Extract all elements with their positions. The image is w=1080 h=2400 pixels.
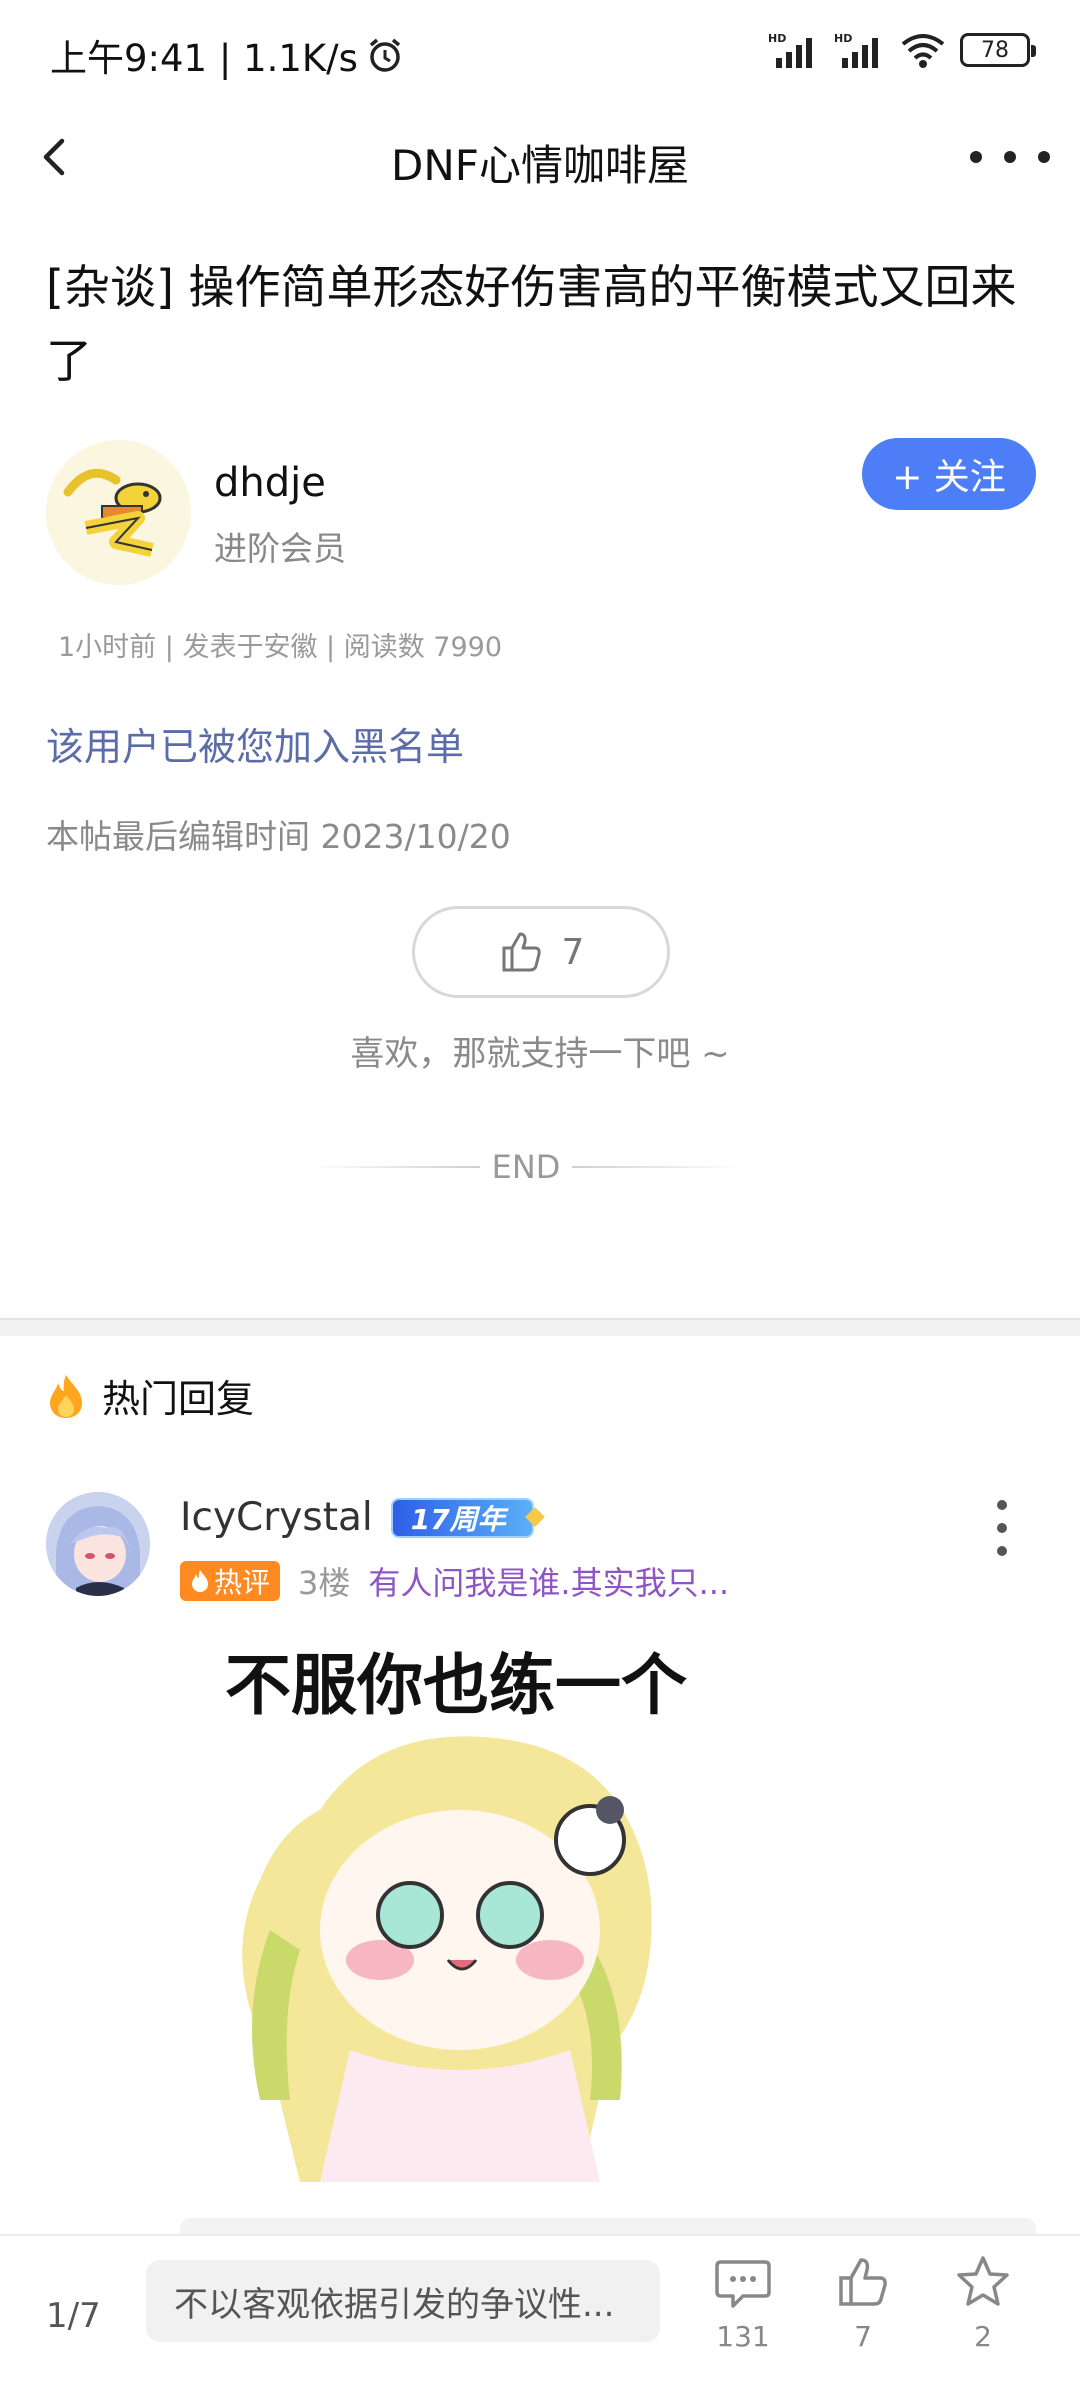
status-left: 上午9:41 | 1.1K/s	[50, 28, 404, 82]
reply-sticker-image[interactable]: 不服你也练一个	[180, 1630, 732, 2182]
dot-icon	[1038, 151, 1050, 163]
blacklist-notice: 该用户已被您加入黑名单	[46, 725, 465, 769]
bottom-action-bar: 1/7 不以客观依据引发的争议性... 131 7 2	[0, 2234, 1080, 2400]
signal-hd-icon-2: HD	[834, 30, 886, 70]
thumbs-up-icon	[502, 932, 541, 972]
dot-icon	[997, 1500, 1007, 1510]
hot-comment-label: 热评	[214, 1566, 271, 1599]
hot-replies-header: 热门回复	[46, 1368, 254, 1423]
comment-input[interactable]: 不以客观依据引发的争议性...	[146, 2260, 660, 2342]
flame-icon	[192, 1570, 208, 1592]
reply-avatar[interactable]	[46, 1492, 150, 1596]
reply-author-name[interactable]: IcyCrystal	[180, 1495, 373, 1540]
page-title: DNF心情咖啡屋	[391, 141, 689, 190]
like-bottom-button[interactable]: 7	[818, 2252, 908, 2353]
dot-icon	[1004, 151, 1016, 163]
signal-hd-icon: HD	[768, 30, 820, 70]
thumbs-up-icon	[839, 2258, 887, 2306]
wifi-icon	[900, 30, 946, 70]
page-indicator[interactable]: 1/7	[46, 2296, 101, 2336]
hot-replies-title: 热门回复	[102, 1377, 255, 1421]
dot-icon	[970, 151, 982, 163]
battery-icon: 78	[960, 33, 1036, 67]
status-time-speed: 上午9:41 | 1.1K/s	[50, 37, 358, 80]
end-marker: END	[310, 1142, 742, 1192]
reply-meta: 热评 3楼 有人问我是谁.其实我只...	[180, 1558, 729, 1604]
status-bar: 上午9:41 | 1.1K/s HD HD 78	[0, 0, 1080, 110]
author-name[interactable]: dhdje	[214, 460, 326, 506]
anniversary-badge: 17周年	[390, 1497, 534, 1538]
post-title: [杂谈] 操作简单形态好伤害高的平衡模式又回来了	[46, 260, 1017, 388]
reply-more-button[interactable]	[990, 1500, 1014, 1556]
edit-time: 本帖最后编辑时间 2023/10/20	[46, 817, 511, 856]
hot-comment-badge: 热评	[180, 1561, 281, 1601]
section-divider	[0, 1318, 1080, 1336]
author-avatar[interactable]	[46, 440, 191, 585]
battery-level: 78	[981, 37, 1009, 63]
end-label: END	[491, 1148, 561, 1186]
follow-button[interactable]: + 关注	[862, 438, 1036, 510]
end-line-right	[571, 1166, 742, 1168]
sticker-caption: 不服你也练一个	[225, 1647, 687, 1724]
svg-text:HD: HD	[768, 32, 786, 45]
like-button[interactable]: 7	[412, 906, 670, 998]
reply-author: IcyCrystal 17周年	[180, 1495, 534, 1540]
svg-text:HD: HD	[834, 32, 852, 45]
author-level: 进阶会员	[214, 529, 346, 568]
like-count-bottom: 7	[854, 2320, 872, 2353]
favorite-count: 2	[974, 2320, 992, 2353]
comments-button[interactable]: 131	[698, 2252, 788, 2353]
comment-count: 131	[716, 2320, 770, 2353]
dot-icon	[997, 1523, 1007, 1533]
nav-bar: DNF心情咖啡屋	[0, 110, 1080, 206]
flame-icon	[46, 1373, 86, 1419]
status-right: HD HD 78	[768, 30, 1036, 70]
comment-icon	[715, 2260, 771, 2308]
end-line-left	[310, 1166, 480, 1168]
star-icon	[957, 2256, 1009, 2306]
alarm-icon	[366, 36, 404, 74]
dot-icon	[997, 1546, 1007, 1556]
more-options-button[interactable]	[970, 132, 1050, 182]
support-text: 喜欢，那就支持一下吧 ~	[350, 1034, 730, 1074]
like-count: 7	[561, 931, 585, 973]
favorite-button[interactable]: 2	[938, 2252, 1028, 2353]
reply-quote[interactable]: 有人问我是谁.其实我只...	[368, 1558, 729, 1604]
post-meta: 1小时前 | 发表于安徽 | 阅读数 7990	[58, 632, 502, 663]
reply-floor: 3楼	[298, 1564, 351, 1602]
